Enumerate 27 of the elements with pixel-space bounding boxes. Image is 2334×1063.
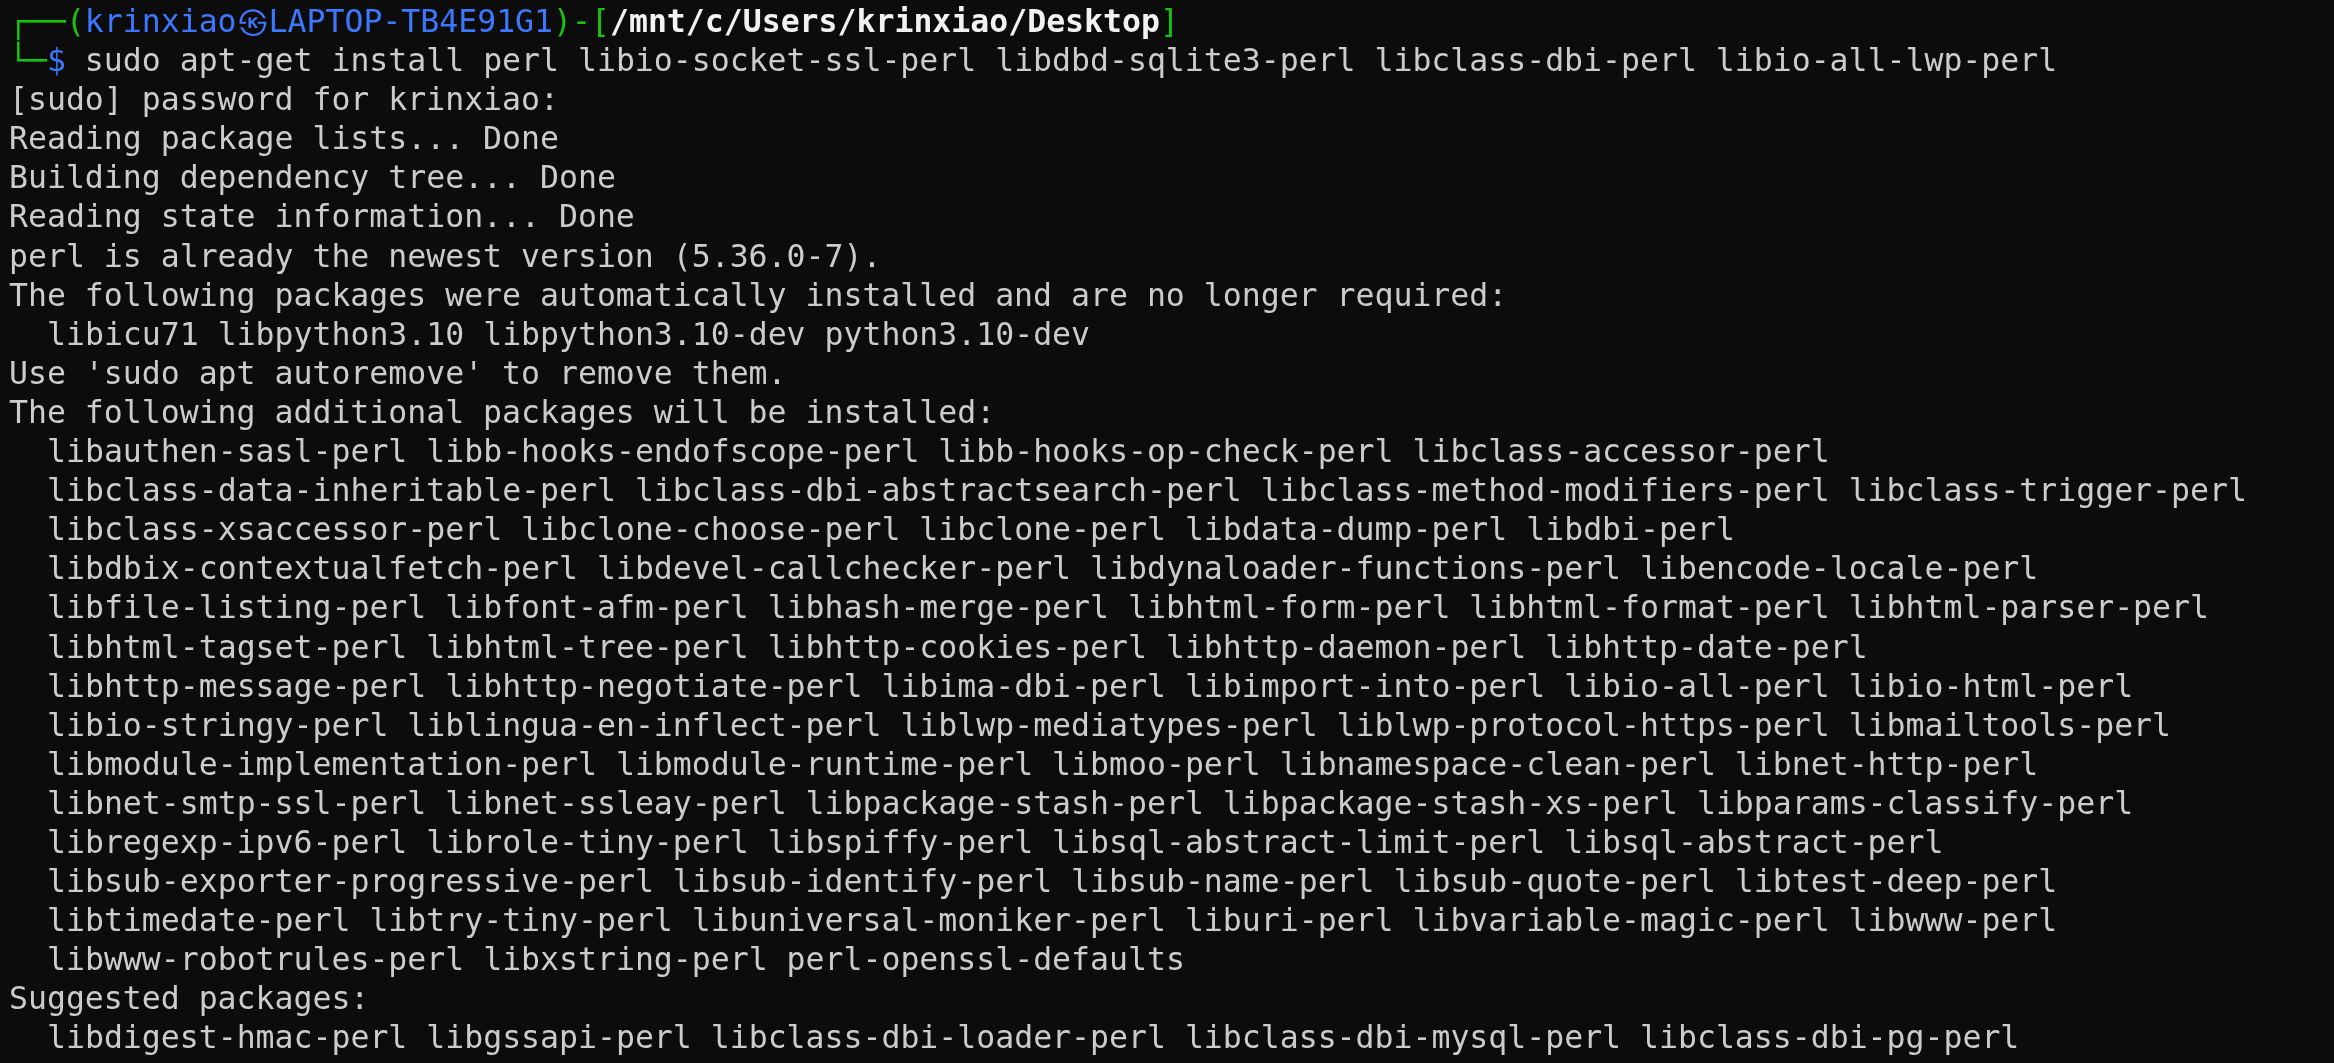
output-line: libwww-robotrules-perl libxstring-perl perl-openssl-defaults bbox=[46, 940, 1185, 980]
output-line: libmodule-implementation-perl libmodule-runtime-perl libmoo-perl libnamespace-clean-perl libnet-http-perl bbox=[46, 744, 2039, 784]
command-line: └─$ sudo apt-get install perl libio-socket-ssl-perl libdbd-sqlite3-perl libclass-dbi-perl libio-all-lwp-perl bbox=[9, 41, 2058, 81]
output-line: libregexp-ipv6-perl librole-tiny-perl libspiffy-perl libsql-abstract-limit-perl libsql-abstract-perl bbox=[46, 822, 1944, 862]
output-line: libclass-data-inheritable-perl libclass-dbi-abstractsearch-perl libclass-method-modifiers-perl libclass-trigger-perl bbox=[46, 471, 2247, 511]
output-line: [sudo] password for krinxiao: bbox=[9, 80, 559, 120]
output-line: libnet-smtp-ssl-perl libnet-ssleay-perl libpackage-stash-perl libpackage-stash-xs-perl libparams-classify-perl bbox=[46, 783, 2134, 823]
output-line: perl is already the newest version (5.36.0-7). bbox=[9, 236, 882, 276]
output-line: libhtml-tagset-perl libhtml-tree-perl libhttp-cookies-perl libhttp-daemon-perl libhttp-date-perl bbox=[46, 627, 1868, 667]
output-line: libdigest-hmac-perl libgssapi-perl libclass-dbi-loader-perl libclass-dbi-mysql-perl libclass-dbi-pg-perl bbox=[46, 1018, 2020, 1058]
output-line: libsub-exporter-progressive-perl libsub-identify-perl libsub-name-perl libsub-quote-perl libtest-deep-perl bbox=[46, 862, 2058, 902]
output-line: libtimedate-perl libtry-tiny-perl libuniversal-moniker-perl liburi-perl libvariable-magic-perl libwww-perl bbox=[46, 901, 2058, 941]
output-line: libfile-listing-perl libfont-afm-perl libhash-merge-perl libhtml-form-perl libhtml-format-perl libhtml-parser-perl bbox=[46, 588, 2209, 628]
output-line: Reading package lists... Done bbox=[9, 119, 559, 159]
output-line: libio-stringy-perl liblingua-en-inflect-perl liblwp-mediatypes-perl liblwp-protocol-https-perl libmailtools-perl bbox=[46, 705, 2172, 745]
output-line: Building dependency tree... Done bbox=[9, 158, 616, 198]
output-line: libdbix-contextualfetch-perl libdevel-callchecker-perl libdynaloader-functions-perl libencode-locale-perl bbox=[46, 549, 2039, 589]
output-line: libhttp-message-perl libhttp-negotiate-perl libima-dbi-perl libimport-into-perl libio-all-perl libio-html-perl bbox=[46, 666, 2134, 706]
output-line: libclass-xsaccessor-perl libclone-choose-perl libclone-perl libdata-dump-perl libdbi-perl bbox=[46, 510, 1735, 550]
output-line: Reading state information... Done bbox=[9, 197, 635, 237]
output-line: Use 'sudo apt autoremove' to remove them. bbox=[9, 353, 787, 393]
output-line: libicu71 libpython3.10 libpython3.10-dev python3.10-dev bbox=[46, 314, 1091, 354]
output-line: The following additional packages will be installed: bbox=[9, 392, 996, 432]
output-line: Suggested packages: bbox=[9, 979, 370, 1019]
output-line: The following packages were automatically installed and are no longer required: bbox=[9, 275, 1508, 315]
prompt-line: ┌──(krinxiao㉿LAPTOP-TB4E91G1)-[/mnt/c/Users/krinxiao/Desktop] bbox=[9, 2, 1179, 41]
output-line: libauthen-sasl-perl libb-hooks-endofscope-perl libb-hooks-op-check-perl libclass-accessor-perl bbox=[46, 432, 1830, 472]
